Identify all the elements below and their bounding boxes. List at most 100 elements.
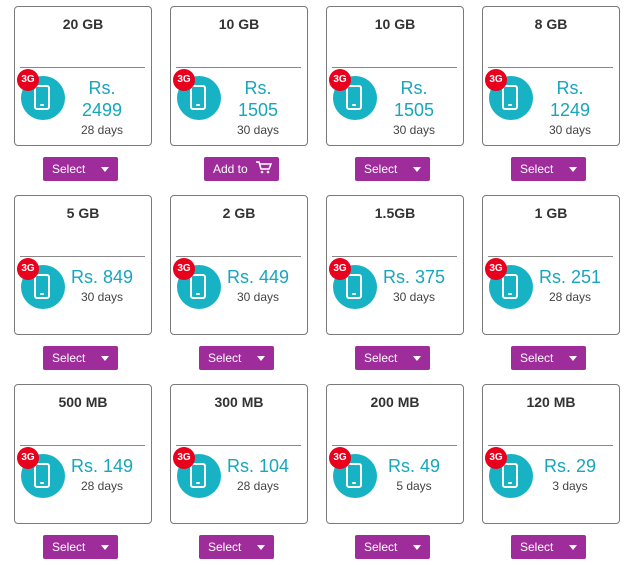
- plan-size: 1.5GB: [374, 205, 416, 221]
- select-button[interactable]: Select: [199, 346, 274, 370]
- 3g-badge: 3G: [329, 69, 351, 91]
- plan-price: Rs. 849: [70, 267, 134, 287]
- plan-size: 10 GB: [374, 16, 416, 32]
- plan-validity: 28 days: [80, 479, 124, 493]
- plan-validity: 3 days: [552, 479, 588, 493]
- chevron-down-icon: [101, 545, 109, 550]
- select-button[interactable]: Select: [355, 157, 430, 181]
- plan-card: 500 MB 3G Rs. 149 28 days: [14, 384, 152, 524]
- select-button[interactable]: Select: [355, 346, 430, 370]
- plan-validity: 28 days: [236, 479, 280, 493]
- plan-card: 120 MB 3G Rs. 29 3 days: [482, 384, 620, 524]
- plan-validity: 30 days: [548, 123, 592, 137]
- select-button-label: Select: [52, 351, 86, 365]
- divider: [332, 67, 457, 68]
- divider: [332, 256, 457, 257]
- chevron-down-icon: [101, 356, 109, 361]
- divider: [176, 445, 301, 446]
- 3g-badge: 3G: [17, 447, 39, 469]
- plan-price-label: Rs.: [556, 78, 584, 98]
- divider: [20, 445, 145, 446]
- plan-card: 10 GB 3G Rs. 1505 30 days: [326, 6, 464, 146]
- plan-price-value: 1505: [237, 100, 279, 120]
- plan-price: Rs. 29: [543, 456, 597, 476]
- 3g-badge: 3G: [17, 258, 39, 280]
- select-button-label: Select: [364, 162, 398, 176]
- plan-card: 2 GB 3G Rs. 449 30 days: [170, 195, 308, 335]
- plan-validity: 30 days: [236, 290, 280, 304]
- plan-card: 1.5GB 3G Rs. 375 30 days: [326, 195, 464, 335]
- plan-card: 10 GB 3G Rs. 1505 30 days: [170, 6, 308, 146]
- 3g-badge: 3G: [329, 258, 351, 280]
- plan-price-label: Rs.: [400, 78, 428, 98]
- 3g-badge: 3G: [17, 69, 39, 91]
- select-button-label: Select: [208, 351, 242, 365]
- plan-price-value: 1505: [393, 100, 435, 120]
- plan-card: 300 MB 3G Rs. 104 28 days: [170, 384, 308, 524]
- select-button[interactable]: Select: [511, 157, 586, 181]
- plan-size: 20 GB: [62, 16, 104, 32]
- 3g-badge: 3G: [173, 69, 195, 91]
- select-button[interactable]: Select: [511, 535, 586, 559]
- plan-validity: 30 days: [392, 290, 436, 304]
- plan-size: 120 MB: [526, 394, 576, 410]
- 3g-badge: 3G: [173, 258, 195, 280]
- divider: [20, 256, 145, 257]
- select-button[interactable]: Select: [43, 346, 118, 370]
- select-button[interactable]: Select: [43, 535, 118, 559]
- plan-price-value: 2499: [81, 100, 123, 120]
- plan-validity: 30 days: [80, 290, 124, 304]
- chevron-down-icon: [413, 167, 421, 172]
- plan-price-label: Rs.: [244, 78, 272, 98]
- select-button-label: Select: [208, 540, 242, 554]
- divider: [488, 67, 613, 68]
- plan-size: 1 GB: [534, 205, 568, 221]
- plan-price: Rs. 149: [70, 456, 134, 476]
- plan-price: Rs. 49: [387, 456, 441, 476]
- chevron-down-icon: [569, 356, 577, 361]
- plan-price: Rs. 251: [538, 267, 602, 287]
- 3g-badge: 3G: [173, 447, 195, 469]
- select-button[interactable]: Select: [43, 157, 118, 181]
- plan-card: 1 GB 3G Rs. 251 28 days: [482, 195, 620, 335]
- 3g-badge: 3G: [485, 447, 507, 469]
- plan-card: 8 GB 3G Rs. 1249 30 days: [482, 6, 620, 146]
- plan-validity: 30 days: [392, 123, 436, 137]
- plan-validity: 28 days: [80, 123, 124, 137]
- chevron-down-icon: [257, 545, 265, 550]
- divider: [488, 256, 613, 257]
- plan-size: 300 MB: [214, 394, 264, 410]
- select-button-label: Select: [52, 162, 86, 176]
- chevron-down-icon: [413, 545, 421, 550]
- plan-size: 10 GB: [218, 16, 260, 32]
- plan-card: 5 GB 3G Rs. 849 30 days: [14, 195, 152, 335]
- divider: [488, 445, 613, 446]
- plan-card: 200 MB 3G Rs. 49 5 days: [326, 384, 464, 524]
- plan-validity: 30 days: [236, 123, 280, 137]
- select-button[interactable]: Select: [199, 535, 274, 559]
- plan-grid: 20 GB 3G Rs. 2499 28 days Select 10 GB 3…: [0, 0, 633, 565]
- plan-price-label: Rs.: [88, 78, 116, 98]
- 3g-badge: 3G: [485, 69, 507, 91]
- divider: [176, 256, 301, 257]
- plan-size: 500 MB: [58, 394, 108, 410]
- chevron-down-icon: [101, 167, 109, 172]
- plan-validity: 28 days: [548, 290, 592, 304]
- plan-size: 8 GB: [534, 16, 568, 32]
- plan-price: Rs. 375: [382, 267, 446, 287]
- add-to-cart-button[interactable]: Add to: [204, 157, 279, 181]
- chevron-down-icon: [257, 356, 265, 361]
- chevron-down-icon: [569, 545, 577, 550]
- plan-price: Rs. 104: [226, 456, 290, 476]
- select-button[interactable]: Select: [511, 346, 586, 370]
- select-button-label: Select: [52, 540, 86, 554]
- select-button-label: Select: [520, 162, 554, 176]
- select-button-label: Select: [520, 351, 554, 365]
- select-button-label: Select: [364, 540, 398, 554]
- divider: [20, 67, 145, 68]
- add-to-cart-label: Add to: [213, 162, 248, 176]
- select-button[interactable]: Select: [355, 535, 430, 559]
- divider: [176, 67, 301, 68]
- chevron-down-icon: [413, 356, 421, 361]
- shopping-cart-icon: [256, 161, 272, 174]
